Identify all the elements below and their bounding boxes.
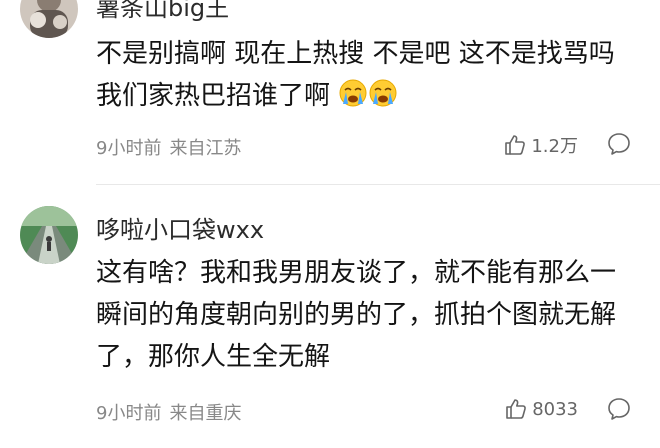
comment-item: 哆啦小口袋wxx 这有啥？我和我男朋友谈了，就不能有那么一瞬间的角度朝向别的男的… [0,185,660,448]
crying-face-icon [368,78,398,121]
comment-time: 9小时前 [96,403,162,424]
like-button[interactable]: 8033 [504,397,578,421]
reply-button[interactable] [606,131,632,161]
comment-text: 这有啥？我和我男朋友谈了，就不能有那么一瞬间的角度朝向别的男的了，抓拍个图就无解… [96,258,617,372]
crying-face-icon [338,78,368,121]
comment-item: 薯条山big王 不是别搞啊 现在上热搜 不是吧 这不是找骂吗 我们家热巴招谁了啊 [0,0,660,185]
avatar[interactable] [20,206,78,264]
avatar[interactable] [20,0,78,38]
comment-username[interactable]: 哆啦小口袋wxx [96,210,264,245]
thumbs-up-icon [506,399,527,419]
avatar-image [20,0,78,38]
thumbs-up-icon [505,135,526,155]
comment-bubble-icon [608,133,630,155]
comment-location: 来自重庆 [169,403,242,424]
avatar-image [20,206,78,264]
reply-button[interactable] [606,396,632,426]
comment-meta: 9小时前 来自重庆 [96,399,241,425]
like-count: 8033 [532,398,578,420]
comment-time: 9小时前 [96,138,162,159]
comment-bubble-icon [608,398,630,420]
comment-username[interactable]: 薯条山big王 [96,0,229,23]
like-button[interactable]: 1.2万 [503,132,578,158]
comment-location: 来自江苏 [169,138,242,159]
comment-text: 不是别搞啊 现在上热搜 不是吧 这不是找骂吗 我们家热巴招谁了啊 [96,33,636,121]
like-count: 1.2万 [531,136,578,157]
comment-meta: 9小时前 来自江苏 [96,134,241,160]
